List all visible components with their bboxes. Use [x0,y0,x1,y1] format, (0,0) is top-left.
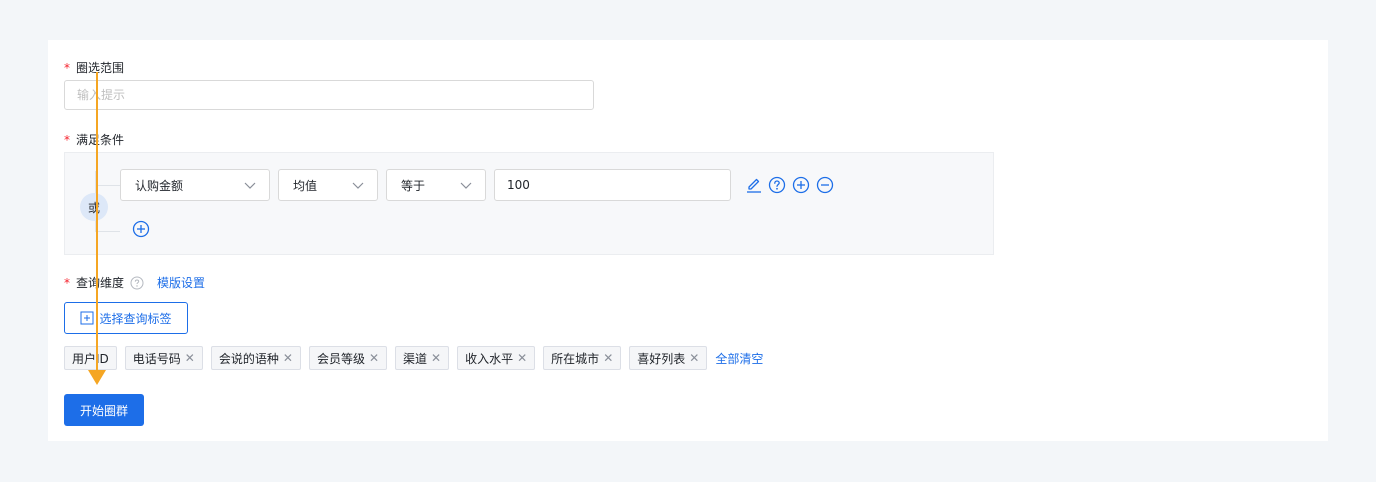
start-grouping-button[interactable]: 开始圈群 [64,394,144,426]
required-mark: * [64,275,70,290]
tag-channel: 渠道 ✕ [395,346,450,370]
operator-select-value: 等于 [401,178,426,193]
select-query-tags-button[interactable]: 选择查询标签 [64,302,188,334]
close-icon[interactable]: ✕ [689,351,699,365]
scope-input[interactable] [64,80,594,110]
tag-phone: 电话号码 ✕ [124,346,203,370]
selected-tags: 用户ID 电话号码 ✕ 会说的语种 ✕ 会员等级 ✕ 渠道 ✕ 收入水平 ✕ 所在城市 ✕ … [64,346,763,370]
form-card: * 圈选范围 * 满足条件 或 认购金额 均值 等于 [48,40,1328,441]
tag-label: 会说的语种 [218,351,279,366]
plus-square-icon [80,311,94,325]
operator-select[interactable]: 等于 [386,169,486,201]
logic-or-toggle[interactable]: 或 [80,193,108,221]
chevron-down-icon [460,182,472,189]
aggregation-select-value: 均值 [293,178,318,193]
tag-label: 会员等级 [316,351,365,366]
tag-user-id: 用户ID [64,346,117,370]
close-icon[interactable]: ✕ [185,351,195,365]
condition-builder: 或 认购金额 均值 等于 [64,152,994,255]
chevron-down-icon [244,182,256,189]
edit-icon[interactable] [745,176,763,194]
tag-label: 收入水平 [465,351,514,366]
field-select[interactable]: 认购金额 [120,169,270,201]
annotation-arrow-head [88,370,106,385]
condition-value-input[interactable] [494,169,731,201]
help-circle-icon[interactable] [768,176,786,194]
tag-language: 会说的语种 ✕ [210,346,301,370]
tree-connector [95,231,120,232]
field-select-value: 认购金额 [135,178,184,193]
tag-label: 喜好列表 [637,351,686,366]
tag-preferences: 喜好列表 ✕ [629,346,708,370]
tag-label: 用户ID [72,351,109,366]
scope-label-text: 圈选范围 [76,61,125,75]
clear-all-link[interactable]: 全部清空 [715,350,763,367]
conditions-label-text: 满足条件 [76,133,125,147]
close-icon[interactable]: ✕ [517,351,527,365]
tag-city: 所在城市 ✕ [543,346,622,370]
minus-circle-icon[interactable] [816,176,834,194]
required-mark: * [64,132,70,147]
tag-label: 电话号码 [132,351,181,366]
conditions-label: * 满足条件 [64,131,124,148]
plus-circle-icon[interactable] [792,176,810,194]
scope-label: * 圈选范围 [64,59,124,76]
dimension-label-text: 查询维度 [76,276,125,290]
tag-income: 收入水平 ✕ [457,346,536,370]
close-icon[interactable]: ✕ [369,351,379,365]
template-settings-link[interactable]: 模版设置 [157,274,205,291]
select-query-tags-label: 选择查询标签 [99,311,172,326]
close-icon[interactable]: ✕ [603,351,613,365]
tag-label: 所在城市 [551,351,600,366]
tag-member-level: 会员等级 ✕ [308,346,388,370]
chevron-down-icon [352,182,364,189]
annotation-arrow-line [96,72,98,372]
question-icon[interactable] [130,276,144,290]
add-condition-icon[interactable] [132,220,150,238]
aggregation-select[interactable]: 均值 [278,169,378,201]
close-icon[interactable]: ✕ [431,351,441,365]
required-mark: * [64,60,70,75]
close-icon[interactable]: ✕ [283,351,293,365]
dimension-label: * 查询维度 模版设置 [64,274,205,291]
tag-label: 渠道 [403,351,428,366]
tree-connector [95,185,120,186]
